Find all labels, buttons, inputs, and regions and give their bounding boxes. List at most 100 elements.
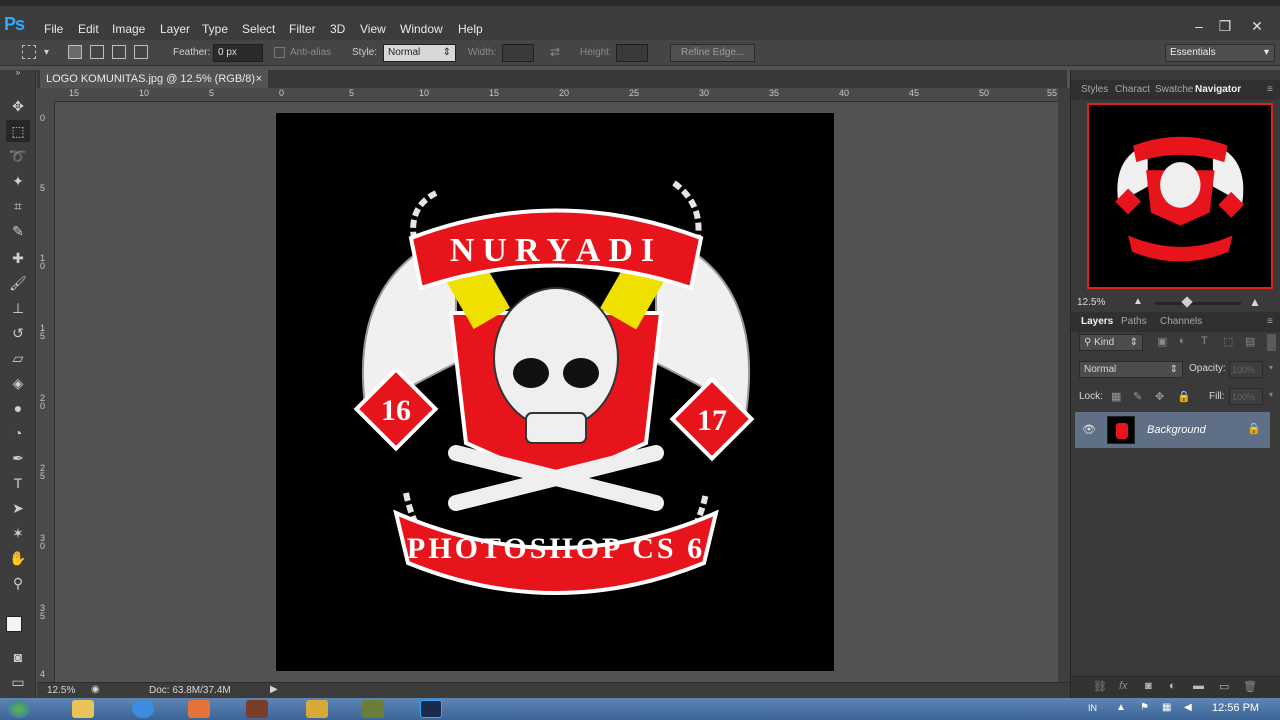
path-selection-tool-icon[interactable]: ➤ [6,497,30,519]
lock-all-icon[interactable]: 🔒 [1177,390,1191,403]
language-indicator[interactable]: IN [1088,703,1097,713]
filter-pixel-icon[interactable]: ▣ [1157,335,1167,348]
vertical-ruler[interactable]: 0 5 1 0 1 5 2 0 2 5 3 0 3 5 4 [37,102,55,682]
paint-bucket-tool-icon[interactable]: ◈ [6,372,30,394]
menu-3d[interactable]: 3D [330,22,345,36]
media-player-icon[interactable] [188,700,210,718]
lock-position-icon[interactable]: ✥ [1155,390,1164,403]
antialias-checkbox[interactable] [274,47,285,58]
quick-mask-icon[interactable]: ◙ [6,646,30,668]
tab-channels[interactable]: Channels [1160,316,1202,327]
swap-icon[interactable]: ⇄ [550,45,560,59]
clock-time[interactable]: 12:56 PM [1212,702,1259,714]
menu-file[interactable]: File [44,22,63,36]
start-button[interactable] [8,700,30,718]
paint-app-icon[interactable] [306,700,328,718]
document-canvas[interactable]: NURYADI 16 17 PHOTOSHOP CS 6 [276,113,834,671]
visibility-eye-icon[interactable]: 👁 [1082,423,1096,436]
flag-icon[interactable]: ⚑ [1140,702,1149,713]
style-select[interactable]: Normal ⇕ [383,44,456,62]
layer-row[interactable]: 👁 Background 🔒 [1075,412,1270,448]
menu-help[interactable]: Help [458,22,483,36]
link-layers-icon[interactable]: ⛓ [1093,680,1107,693]
filter-shape-icon[interactable]: ⬚ [1223,335,1233,348]
eyedropper-tool-icon[interactable]: ✎ [6,220,30,242]
tab-navigator[interactable]: Navigator [1195,84,1241,95]
tab-styles[interactable]: Styles [1081,84,1108,95]
subtract-selection-icon[interactable] [112,45,126,59]
tab-layers[interactable]: Layers [1081,316,1113,327]
zoom-level[interactable]: 12.5% [47,685,75,696]
menu-view[interactable]: View [360,22,386,36]
workspace-select[interactable]: Essentials ▾ [1165,44,1275,62]
status-menu-arrow-icon[interactable]: ▶ [270,684,278,695]
type-tool-icon[interactable]: T [6,472,30,494]
restore-icon[interactable]: ❐ [1214,17,1236,35]
photoshop-taskbar-icon[interactable] [420,700,442,718]
eraser-tool-icon[interactable]: ▱ [6,347,30,369]
marquee-preset-icon[interactable] [22,45,36,59]
lock-transparent-icon[interactable]: ▦ [1111,390,1121,403]
chevron-down-icon[interactable]: ▾ [44,47,49,58]
volume-icon[interactable]: ◀ [1184,702,1192,713]
filter-type-icon[interactable]: T [1201,335,1208,347]
pen-tool-icon[interactable]: ✒ [6,447,30,469]
lock-pixels-icon[interactable]: ✎ [1133,390,1142,403]
collapse-arrows-icon[interactable]: » [6,68,30,78]
ruler-origin[interactable] [37,88,55,102]
screen-mode-icon[interactable]: ▭ [6,671,30,693]
minimize-icon[interactable]: – [1188,17,1210,35]
blend-mode-select[interactable]: Normal ⇕ [1079,361,1183,378]
menu-filter[interactable]: Filter [289,22,316,36]
magic-wand-tool-icon[interactable]: ✦ [6,170,30,192]
history-brush-tool-icon[interactable]: ↺ [6,322,30,344]
menu-layer[interactable]: Layer [160,22,190,36]
vertical-scrollbar[interactable] [1058,88,1070,682]
new-selection-icon[interactable] [68,45,82,59]
new-layer-icon[interactable]: ▭ [1219,680,1229,693]
fill-input[interactable]: 100% [1229,388,1263,405]
refine-edge-button[interactable]: Refine Edge... [670,44,756,62]
filter-smart-object-icon[interactable]: ▤ [1245,335,1255,348]
blur-tool-icon[interactable]: ● [6,397,30,419]
intersect-selection-icon[interactable] [134,45,148,59]
panel-menu-icon[interactable]: ≡ [1267,316,1273,327]
tab-swatches[interactable]: Swatche [1155,84,1193,95]
internet-explorer-icon[interactable] [132,700,154,718]
tab-paths[interactable]: Paths [1121,316,1147,327]
zoom-out-icon[interactable]: ▲ [1133,296,1143,307]
new-group-icon[interactable]: ▬ [1193,680,1204,692]
menu-window[interactable]: Window [400,22,443,36]
layer-style-icon[interactable]: fx [1119,680,1128,692]
game-app-icon[interactable] [362,700,384,718]
panel-menu-icon[interactable]: ≡ [1267,84,1273,95]
width-input[interactable] [502,44,534,62]
crop-tool-icon[interactable]: ⌗ [6,195,30,217]
feather-input[interactable]: 0 px [213,44,263,62]
navigator-zoom[interactable]: 12.5% [1077,297,1105,308]
zoom-tool-icon[interactable]: ⚲ [6,572,30,594]
filter-toggle[interactable] [1267,334,1276,351]
video-app-icon[interactable] [246,700,268,718]
height-input[interactable] [616,44,648,62]
menu-edit[interactable]: Edit [78,22,99,36]
horizontal-ruler[interactable]: 15 10 5 0 5 10 15 20 25 30 35 40 45 50 5… [55,88,1058,102]
custom-shape-tool-icon[interactable]: ✶ [6,522,30,544]
navigator-zoom-slider[interactable] [1155,296,1241,308]
filter-adjustment-icon[interactable]: ◐ [1179,335,1186,347]
menu-type[interactable]: Type [202,22,228,36]
menu-select[interactable]: Select [242,22,275,36]
hand-tool-icon[interactable]: ✋ [6,547,30,569]
chevron-down-icon[interactable]: ▾ [1269,363,1273,372]
clone-stamp-tool-icon[interactable]: ⊥ [6,297,30,319]
dodge-tool-icon[interactable]: ◔ [6,422,30,444]
close-icon[interactable]: ✕ [1246,17,1268,35]
document-tab[interactable]: LOGO KOMUNITAS.jpg @ 12.5% (RGB/8) × [40,70,268,88]
move-tool-icon[interactable]: ✥ [6,95,30,117]
brush-tool-icon[interactable]: 🖌 [6,272,30,294]
add-mask-icon[interactable]: ◙ [1145,680,1152,692]
tray-arrow-icon[interactable]: ▲ [1116,702,1126,713]
add-selection-icon[interactable] [90,45,104,59]
close-tab-icon[interactable]: × [256,73,262,85]
foreground-color-swatch[interactable] [6,616,22,632]
